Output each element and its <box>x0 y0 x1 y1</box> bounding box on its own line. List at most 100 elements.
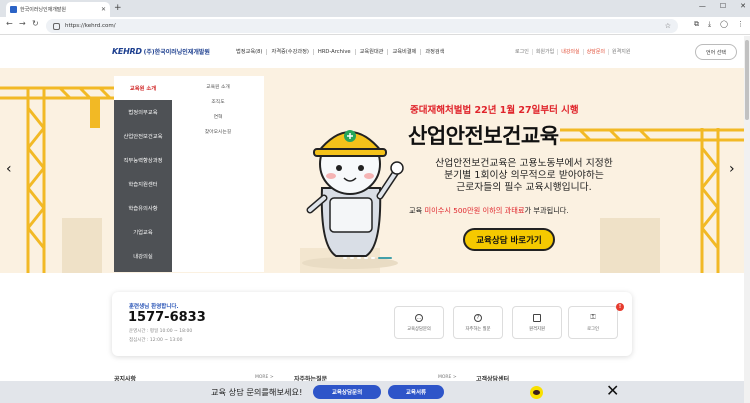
carousel-dot-active[interactable] <box>378 257 392 259</box>
quick-remote-button[interactable]: 원격지원 <box>512 306 562 339</box>
site-info-icon[interactable] <box>53 22 60 30</box>
address-url[interactable]: https://kehrd.com/ <box>65 23 116 29</box>
site-header: KEHRD (주)한국이러닝인재개발원 법정교육(8) 자격증(수강과정) HR… <box>0 36 744 68</box>
question-icon: ? <box>474 313 482 322</box>
gnb-item-certificate[interactable]: 자격증(수강과정) <box>266 49 312 55</box>
consult-bottom-bar: 교육 상담 문의를해보세요! 교육상담문의 교육서류 <box>0 381 744 403</box>
utility-nav: 로그인 회원가입 내강의실 상담문의 원격지원 <box>512 49 633 55</box>
gnb-item-hrd-archive[interactable]: HRD-Archive <box>312 49 355 55</box>
notification-badge: ! <box>616 303 624 311</box>
util-signup-link[interactable]: 회원가입 <box>531 49 557 55</box>
carousel-dot[interactable] <box>343 257 347 259</box>
quick-label: 교육상담문의 <box>407 326 431 332</box>
kakao-bubble <box>533 390 540 395</box>
page-scrollbar[interactable] <box>744 36 750 403</box>
site-favicon-icon <box>10 6 17 13</box>
contact-card: 훈련생님 환영합니다. 1577-6833 운영시간 : 평일 10:00 ~ … <box>112 292 632 356</box>
quick-login-button[interactable]: ⚿ 로그인 <box>568 306 618 339</box>
faq-more-link[interactable]: MORE > <box>438 375 457 380</box>
site-logo[interactable]: KEHRD (주)한국이러닝인재개발원 <box>112 47 210 56</box>
address-bar[interactable]: https://kehrd.com/ ☆ <box>46 19 678 33</box>
hours-weekday: 운영시간 : 평일 10:00 ~ 18:00 <box>129 329 193 334</box>
close-window-button[interactable]: ✕ <box>740 2 746 10</box>
consult-cta-button[interactable]: 교육상담 바로가기 <box>463 228 555 251</box>
hero-desc-line: 분기별 1회이상 의무적으로 받아야하는 <box>444 170 604 181</box>
menu-item-legal[interactable]: 법정의무교육 <box>114 100 172 124</box>
bookmark-star-icon[interactable]: ☆ <box>665 22 671 30</box>
scrollbar-thumb[interactable] <box>745 40 749 120</box>
submenu-item-location[interactable]: 찾아오시는길 <box>172 124 264 139</box>
download-icon[interactable]: ⤓ <box>708 20 711 29</box>
browser-toolbar: ← → ↻ https://kehrd.com/ ☆ ⧉ ⤓ ◯ ⋮ <box>0 17 750 35</box>
quick-label: 자주하는 질문 <box>465 326 491 332</box>
menu-item-about[interactable]: 교육원 소개 <box>114 76 172 100</box>
language-select-button[interactable]: 언어 선택 <box>695 44 737 60</box>
operating-hours: 운영시간 : 평일 10:00 ~ 18:00 점심시간 : 12:00 ~ 1… <box>129 327 192 345</box>
gnb-item-legal[interactable]: 법정교육(8) <box>232 49 266 55</box>
dropdown-menu: 교육원 소개 법정의무교육 산업안전보건교육 직무능력향상과정 학습지원센터 학… <box>114 76 264 272</box>
browser-tabbar: 한국이러닝인재개발원 ✕ + — ☐ ✕ <box>0 0 750 17</box>
util-remote-link[interactable]: 원격지원 <box>608 49 633 55</box>
logo-mark: KEHRD <box>112 47 142 56</box>
util-myroom-link[interactable]: 내강의실 <box>557 49 582 55</box>
hero-title: 산업안전보건교육 <box>408 124 559 148</box>
menu-item-skills[interactable]: 직무능력향상과정 <box>114 148 172 172</box>
gnb-item-payment[interactable]: 교육비결제 <box>387 49 420 55</box>
key-icon: ⚿ <box>590 312 596 321</box>
new-tab-button[interactable]: + <box>114 2 122 14</box>
menu-item-support[interactable]: 학습지원센터 <box>114 172 172 196</box>
carousel-dot[interactable] <box>357 257 361 259</box>
menu-item-myroom[interactable]: 내강의실 <box>114 244 172 268</box>
quick-label: 로그인 <box>587 326 599 332</box>
extensions-icon[interactable]: ⧉ <box>694 20 699 29</box>
tab-close-icon[interactable]: ✕ <box>101 6 106 13</box>
browser-menu-icon[interactable]: ⋮ <box>737 20 744 29</box>
gnb-item-rental[interactable]: 교육원대관 <box>354 49 388 55</box>
window-controls: — ☐ ✕ <box>699 2 746 10</box>
submenu-item-intro[interactable]: 교육원 소개 <box>172 79 264 94</box>
carousel-dot[interactable] <box>371 257 375 259</box>
kakao-chat-icon[interactable] <box>530 386 543 399</box>
notice-more-link[interactable]: MORE > <box>255 375 274 380</box>
util-consult-link[interactable]: 상담문의 <box>582 49 608 55</box>
profile-icon[interactable]: ◯ <box>720 20 728 29</box>
menu-item-corporate[interactable]: 기업교육 <box>114 220 172 244</box>
penalty-highlight: 미이수시 500만원 이하의 과태료 <box>424 206 525 215</box>
hero-description: 산업안전보건교육은 고용노동부에서 지정한 분기별 1회이상 의무적으로 받아야… <box>404 158 644 194</box>
carousel-prev-icon[interactable]: ‹ <box>6 161 12 177</box>
education-docs-button[interactable]: 교육서류 <box>388 385 444 399</box>
back-arrow-icon[interactable]: ← <box>6 19 13 28</box>
toolbar-icons: ⧉ ⤓ ◯ ⋮ <box>694 20 744 29</box>
penalty-suffix: 가 부과됩니다. <box>524 206 569 215</box>
menu-item-safety[interactable]: 산업안전보건교육 <box>114 124 172 148</box>
forward-arrow-icon[interactable]: → <box>19 19 26 28</box>
gnb-item-search[interactable]: 과정검색 <box>420 49 448 55</box>
menu-item-notes[interactable]: 학습유의사항 <box>114 196 172 220</box>
minimize-button[interactable]: — <box>699 2 706 10</box>
consult-inquiry-button[interactable]: 교육상담문의 <box>313 385 381 399</box>
hours-lunch: 점심시간 : 12:00 ~ 13:00 <box>129 338 183 343</box>
hero-desc-line: 산업안전보건교육은 고용노동부에서 지정한 <box>435 158 613 169</box>
browser-tab[interactable]: 한국이러닝인재개발원 ✕ <box>6 2 110 17</box>
global-nav: 법정교육(8) 자격증(수강과정) HRD-Archive 교육원대관 교육비결… <box>232 49 448 55</box>
tab-title: 한국이러닝인재개발원 <box>20 7 67 13</box>
monitor-icon <box>533 313 541 322</box>
carousel-dot[interactable] <box>364 257 368 259</box>
util-login-link[interactable]: 로그인 <box>512 49 532 55</box>
hero-desc-line: 근로자들의 필수 교육시행입니다. <box>456 182 592 193</box>
reload-icon[interactable]: ↻ <box>32 19 39 28</box>
close-bar-icon[interactable]: ✕ <box>606 382 619 400</box>
phone-number: 1577-6833 <box>128 310 206 325</box>
menu-secondary-list: 교육원 소개 조직도 연혁 찾아오시는길 <box>172 76 264 272</box>
carousel-dot[interactable] <box>350 257 354 259</box>
quick-faq-button[interactable]: ? 자주하는 질문 <box>453 306 503 339</box>
quick-consult-button[interactable]: … 교육상담문의 <box>394 306 444 339</box>
submenu-item-history[interactable]: 연혁 <box>172 109 264 124</box>
hero-penalty-note: 교육 미이수시 500만원 이하의 과태료가 부과됩니다. <box>409 206 569 216</box>
maximize-button[interactable]: ☐ <box>720 2 726 10</box>
hero-banner: ‹ › 중대재해처벌법 22년 1월 27일부터 시행 산업안전보건교육 산업안… <box>0 68 744 273</box>
submenu-item-org[interactable]: 조직도 <box>172 94 264 109</box>
carousel-next-icon[interactable]: › <box>729 161 735 177</box>
carousel-indicators <box>343 257 392 259</box>
quick-label: 원격지원 <box>529 326 545 332</box>
